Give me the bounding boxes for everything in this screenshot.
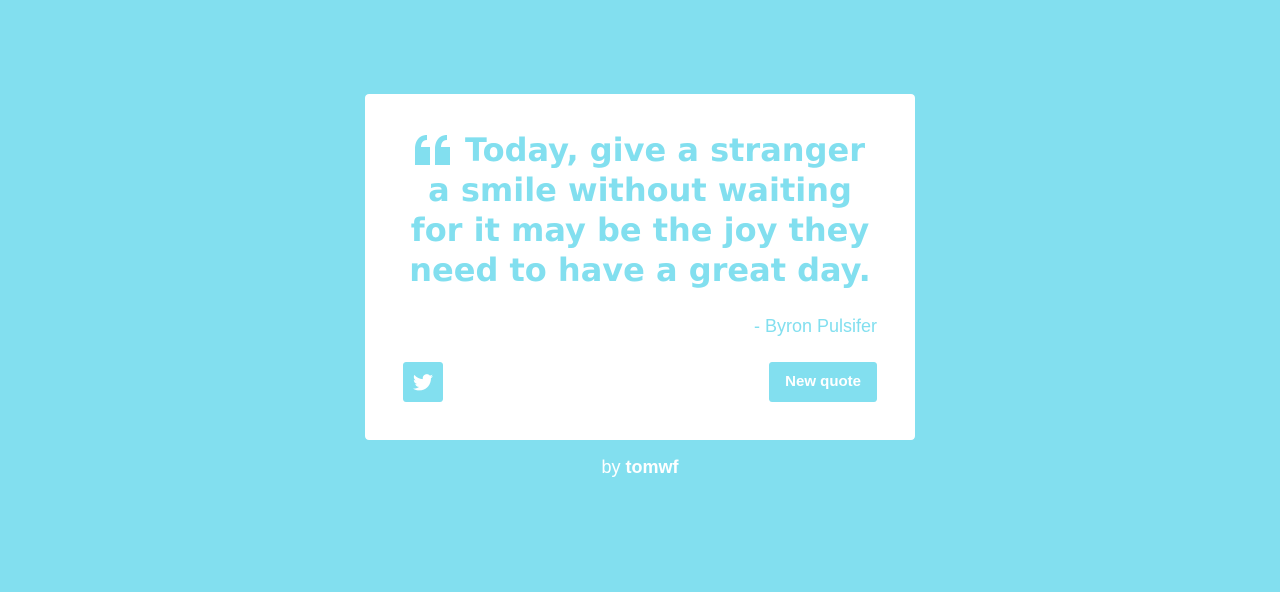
footer-author-link[interactable]: tomwf [626, 457, 679, 477]
quote-left-icon [415, 134, 451, 165]
footer-credit: by tomwf [0, 456, 1280, 478]
twitter-icon [413, 373, 433, 390]
new-quote-button[interactable]: New quote [769, 362, 877, 402]
quote-author: - Byron Pulsifer [753, 316, 877, 336]
quote-card: Today, give a stranger a smile without w… [365, 94, 915, 440]
quote-text-block: Today, give a stranger a smile without w… [403, 130, 877, 290]
footer-prefix: by [601, 457, 621, 477]
tweet-button[interactable] [403, 362, 443, 402]
quote-text: Today, give a stranger a smile without w… [409, 131, 871, 289]
